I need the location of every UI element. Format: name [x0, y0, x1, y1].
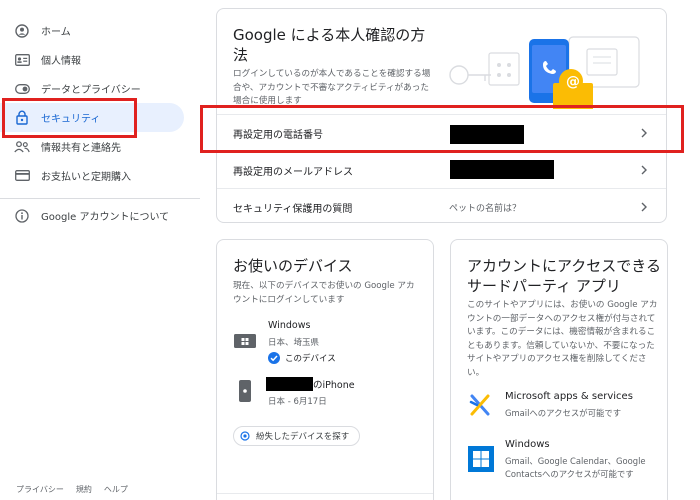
recovery-email-label: 再設定用のメールアドレス — [233, 166, 353, 178]
phone-icon — [239, 380, 251, 402]
sidebar-item-label: Google アカウントについて — [41, 212, 170, 223]
app-name: Windows — [505, 439, 550, 450]
microsoft-apps-icon — [469, 394, 490, 416]
help-link[interactable]: ヘルプ — [104, 484, 128, 495]
privacy-link[interactable]: プライバシー — [16, 484, 64, 495]
footer-links: プライバシー 規約 ヘルプ — [16, 484, 128, 495]
verification-description: ログインしているのが本人であることを確認する場合や、アカウントで不審なアクティビ… — [233, 69, 431, 106]
check-circle-icon — [268, 352, 280, 364]
third-party-apps-card: アカウントにアクセスできるサードパーティ アプリ このサイトやアプリには、お使い… — [450, 239, 668, 500]
sidebar-item-home[interactable]: ホーム — [0, 16, 184, 45]
sidebar-item-label: 個人情報 — [41, 56, 81, 67]
app-access: Gmail、Google Calendar、Google Contactsへのア… — [505, 456, 646, 479]
info-icon — [14, 208, 30, 224]
redacted-owner-name — [266, 377, 313, 391]
sidebar-item-label: お支払いと定期購入 — [41, 172, 131, 183]
device-location: 日本、埼玉県 — [268, 338, 320, 348]
personal-info-icon — [14, 52, 30, 68]
sidebar-divider — [0, 198, 200, 199]
redacted-email — [450, 160, 554, 179]
sidebar-item-payments[interactable]: お支払いと定期購入 — [0, 161, 184, 190]
lock-icon — [14, 110, 30, 126]
windows-logo-icon — [468, 446, 494, 472]
home-icon — [14, 23, 30, 39]
target-icon — [240, 431, 250, 441]
devices-title: お使いのデバイス — [233, 257, 353, 275]
security-question-label: セキュリティ保護用の質問 — [233, 203, 353, 215]
people-icon — [14, 139, 30, 155]
sidebar-item-label: セキュリティ — [41, 114, 101, 125]
card-divider — [217, 493, 433, 494]
device-name: Windows — [268, 320, 311, 331]
chevron-right-icon — [641, 165, 647, 175]
terms-link[interactable]: 規約 — [76, 484, 92, 495]
svg-text:@: @ — [566, 74, 580, 90]
devices-description: 現在、以下のデバイスでお使いの Google アカウントにログインしています — [233, 281, 415, 305]
devices-card: お使いのデバイス 現在、以下のデバイスでお使いの Google アカウントにログ… — [216, 239, 434, 500]
verification-title: Google による本人確認の方法 — [233, 26, 426, 64]
credit-card-icon — [14, 168, 30, 184]
chevron-right-icon — [641, 202, 647, 212]
sidebar-item-about[interactable]: Google アカウントについて — [0, 201, 184, 230]
third-party-title: アカウントにアクセスできるサードパーティ アプリ — [467, 257, 661, 295]
recovery-phone-label: 再設定用の電話番号 — [233, 129, 323, 141]
sidebar-item-label: 情報共有と連絡先 — [41, 143, 121, 154]
current-device-badge: このデバイス — [285, 354, 336, 364]
app-name: Microsoft apps & services — [505, 391, 633, 402]
verification-card: Google による本人確認の方法 ログインしているのが本人であることを確認する… — [216, 8, 667, 223]
app-access: Gmailへのアクセスが可能です — [505, 408, 622, 418]
sidebar-item-sharing[interactable]: 情報共有と連絡先 — [0, 132, 184, 161]
security-question-row[interactable]: セキュリティ保護用の質問 ペットの名前は？ — [217, 188, 666, 222]
sidebar-item-label: ホーム — [41, 27, 71, 38]
recovery-phone-row[interactable]: 再設定用の電話番号 — [217, 114, 666, 151]
sidebar-item-label: データとプライバシー — [41, 85, 141, 96]
sidebar: ホーム 個人情報 データとプライバシー セキュリティ 情報共有と連絡先 お支払い… — [0, 0, 200, 500]
toggle-icon — [14, 81, 30, 97]
chevron-right-icon — [641, 128, 647, 138]
redacted-phone — [450, 125, 524, 144]
security-question-value: ペットの名前は？ — [449, 203, 522, 214]
sidebar-item-security[interactable]: セキュリティ — [0, 103, 184, 132]
laptop-icon — [234, 334, 256, 348]
device-last-seen: 日本 - 6月17日 — [268, 397, 327, 407]
recovery-email-row[interactable]: 再設定用のメールアドレス — [217, 151, 666, 188]
third-party-description: このサイトやアプリには、お使いの Google アカウントの一部データへのアクセ… — [467, 300, 658, 378]
find-lost-device-button[interactable]: 紛失したデバイスを探す — [233, 426, 361, 446]
sidebar-item-data-privacy[interactable]: データとプライバシー — [0, 74, 184, 103]
find-lost-device-label: 紛失したデバイスを探す — [256, 432, 350, 442]
device-name: のiPhone — [313, 380, 355, 391]
sidebar-item-personal-info[interactable]: 個人情報 — [0, 45, 184, 74]
security-illustration: @ — [449, 36, 640, 109]
